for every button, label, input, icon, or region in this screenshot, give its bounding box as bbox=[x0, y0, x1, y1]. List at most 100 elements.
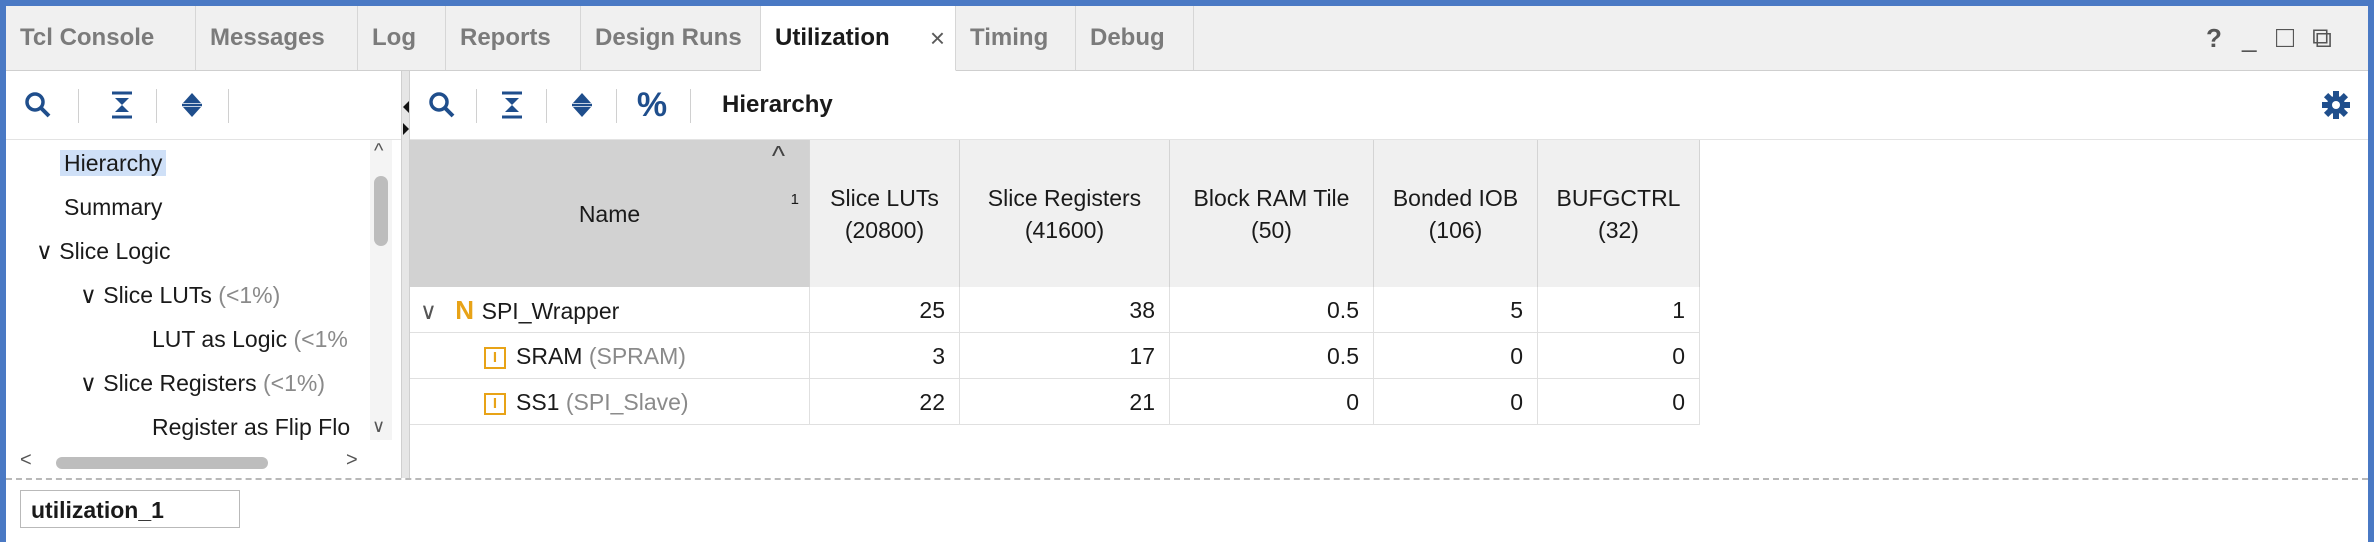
expand-all-icon[interactable] bbox=[562, 85, 602, 125]
tab-label: Messages bbox=[210, 24, 325, 51]
tab-log[interactable]: Log bbox=[358, 6, 446, 70]
percent-toggle-button[interactable]: % bbox=[632, 85, 672, 125]
chevron-down-icon[interactable]: ∨ bbox=[36, 238, 53, 264]
report-tab-bar: utilization_1 bbox=[6, 480, 2368, 542]
tree-item-label: Summary bbox=[64, 194, 163, 220]
cell-block-ram-tile: 0.5 bbox=[1170, 287, 1374, 333]
tab-bar: Tcl Console Messages Log Reports Design … bbox=[6, 6, 2368, 71]
sort-index: 1 bbox=[790, 191, 799, 208]
row-name: SPI_Wrapper bbox=[481, 298, 620, 324]
tab-utilization-1[interactable]: utilization_1 bbox=[20, 490, 240, 528]
table-row-ss1[interactable]: I SS1 (SPI_Slave) bbox=[410, 379, 810, 425]
report-tree: Hierarchy Summary ∨ Slice Logic ∨ Slice … bbox=[6, 140, 366, 445]
tree-item-label: Slice Logic bbox=[59, 238, 171, 264]
gear-icon[interactable] bbox=[2316, 85, 2356, 125]
tab-design-runs[interactable]: Design Runs bbox=[581, 6, 761, 70]
tab-reports[interactable]: Reports bbox=[446, 6, 581, 70]
row-name: SS1 bbox=[516, 389, 560, 415]
scroll-down-icon[interactable]: ∨ bbox=[372, 416, 385, 437]
collapse-arrows-icon[interactable] bbox=[402, 99, 410, 139]
chevron-down-icon[interactable]: ∨ bbox=[420, 298, 437, 324]
scroll-left-icon[interactable]: < bbox=[20, 449, 32, 472]
tab-debug[interactable]: Debug bbox=[1076, 6, 1194, 70]
maximize-icon[interactable]: □ bbox=[2276, 6, 2294, 70]
scroll-up-icon[interactable]: ^ bbox=[374, 140, 383, 163]
help-icon[interactable]: ? bbox=[2206, 6, 2222, 70]
tree-item-percent: (<1%) bbox=[218, 282, 281, 308]
column-header-slice-luts[interactable]: Slice LUTs (20800) bbox=[810, 140, 960, 287]
cell-bufgctrl: 0 bbox=[1538, 379, 1700, 425]
tree-item-slice-registers[interactable]: ∨ Slice Registers (<1%) bbox=[80, 364, 325, 402]
expand-all-icon[interactable] bbox=[172, 85, 212, 125]
tab-label: Design Runs bbox=[595, 24, 742, 51]
tab-label: Debug bbox=[1090, 24, 1165, 51]
cell-bufgctrl: 1 bbox=[1538, 287, 1700, 333]
scroll-thumb[interactable] bbox=[374, 176, 388, 246]
tree-item-lut-as-logic[interactable]: LUT as Logic (<1% bbox=[152, 320, 348, 358]
tab-label: Tcl Console bbox=[20, 24, 155, 51]
tree-item-label: Slice Registers bbox=[103, 370, 257, 396]
tab-messages[interactable]: Messages bbox=[196, 6, 358, 70]
tree-item-percent: (<1% bbox=[293, 326, 348, 352]
tree-item-slice-luts[interactable]: ∨ Slice LUTs (<1%) bbox=[80, 276, 280, 314]
instance-icon: I bbox=[484, 392, 506, 415]
column-header-bonded-iob[interactable]: Bonded IOB (106) bbox=[1374, 140, 1538, 287]
top-module-icon: N bbox=[455, 295, 475, 325]
cell-bonded-iob: 5 bbox=[1374, 287, 1538, 333]
column-header-name[interactable]: Name ^ 1 bbox=[410, 140, 810, 287]
restore-icon[interactable]: ⧉ bbox=[2312, 6, 2332, 70]
tree-item-register-as-flip-flop[interactable]: Register as Flip Flo bbox=[152, 408, 350, 445]
cell-slice-registers: 38 bbox=[960, 287, 1170, 333]
cell-bufgctrl: 0 bbox=[1538, 333, 1700, 379]
collapse-all-icon[interactable] bbox=[102, 85, 142, 125]
tree-vertical-scrollbar[interactable]: ^ ∨ bbox=[370, 140, 392, 440]
cell-slice-luts: 3 bbox=[810, 333, 960, 379]
cell-block-ram-tile: 0.5 bbox=[1170, 333, 1374, 379]
tree-item-hierarchy[interactable]: Hierarchy bbox=[60, 144, 167, 182]
cell-slice-luts: 25 bbox=[810, 287, 960, 333]
collapse-all-icon[interactable] bbox=[492, 85, 532, 125]
tree-item-percent: (<1%) bbox=[263, 370, 326, 396]
cell-slice-registers: 21 bbox=[960, 379, 1170, 425]
table-row-sram[interactable]: I SRAM (SPRAM) bbox=[410, 333, 810, 379]
cell-bonded-iob: 0 bbox=[1374, 379, 1538, 425]
split-pane-divider[interactable] bbox=[401, 71, 410, 478]
row-module: (SPRAM) bbox=[588, 343, 686, 369]
tab-label: Reports bbox=[460, 24, 551, 51]
instance-icon: I bbox=[484, 346, 506, 369]
column-header-slice-registers[interactable]: Slice Registers (41600) bbox=[960, 140, 1170, 287]
tree-horizontal-scrollbar[interactable]: < > bbox=[16, 449, 366, 473]
search-icon[interactable] bbox=[18, 85, 58, 125]
tab-utilization[interactable]: Utilization × bbox=[761, 6, 956, 71]
cell-slice-registers: 17 bbox=[960, 333, 1170, 379]
table-toolbar: % Hierarchy bbox=[410, 71, 2368, 140]
column-header-block-ram-tile[interactable]: Block RAM Tile (50) bbox=[1170, 140, 1374, 287]
tree-item-label: Hierarchy bbox=[60, 150, 167, 176]
row-module: (SPI_Slave) bbox=[565, 389, 689, 415]
tree-item-summary[interactable]: Summary bbox=[64, 188, 162, 226]
chevron-down-icon[interactable]: ∨ bbox=[80, 370, 97, 396]
tree-item-label: Slice LUTs bbox=[103, 282, 212, 308]
tab-timing[interactable]: Timing bbox=[956, 6, 1076, 70]
tree-item-label: Register as Flip Flo bbox=[152, 414, 351, 440]
close-icon[interactable]: × bbox=[930, 6, 945, 70]
column-header-bufgctrl[interactable]: BUFGCTRL (32) bbox=[1538, 140, 1700, 287]
row-name: SRAM bbox=[516, 343, 583, 369]
tab-label: Utilization bbox=[775, 24, 890, 51]
tree-item-slice-logic[interactable]: ∨ Slice Logic bbox=[36, 232, 170, 270]
search-icon[interactable] bbox=[422, 85, 462, 125]
utilization-panel: Tcl Console Messages Log Reports Design … bbox=[0, 0, 2374, 542]
cell-block-ram-tile: 0 bbox=[1170, 379, 1374, 425]
table-row-spi-wrapper[interactable]: ∨ N SPI_Wrapper bbox=[410, 287, 810, 333]
tab-tcl-console[interactable]: Tcl Console bbox=[6, 6, 196, 70]
cell-slice-luts: 22 bbox=[810, 379, 960, 425]
scroll-right-icon[interactable]: > bbox=[346, 449, 358, 472]
chevron-down-icon[interactable]: ∨ bbox=[80, 282, 97, 308]
column-header-label: Name bbox=[578, 200, 641, 227]
scroll-thumb[interactable] bbox=[56, 457, 268, 469]
sort-ascending-icon: ^ bbox=[771, 140, 785, 171]
tree-toolbar bbox=[6, 71, 401, 140]
tree-item-label: LUT as Logic bbox=[152, 326, 288, 352]
minimize-icon[interactable]: _ bbox=[2242, 6, 2256, 70]
view-title: Hierarchy bbox=[722, 91, 833, 118]
